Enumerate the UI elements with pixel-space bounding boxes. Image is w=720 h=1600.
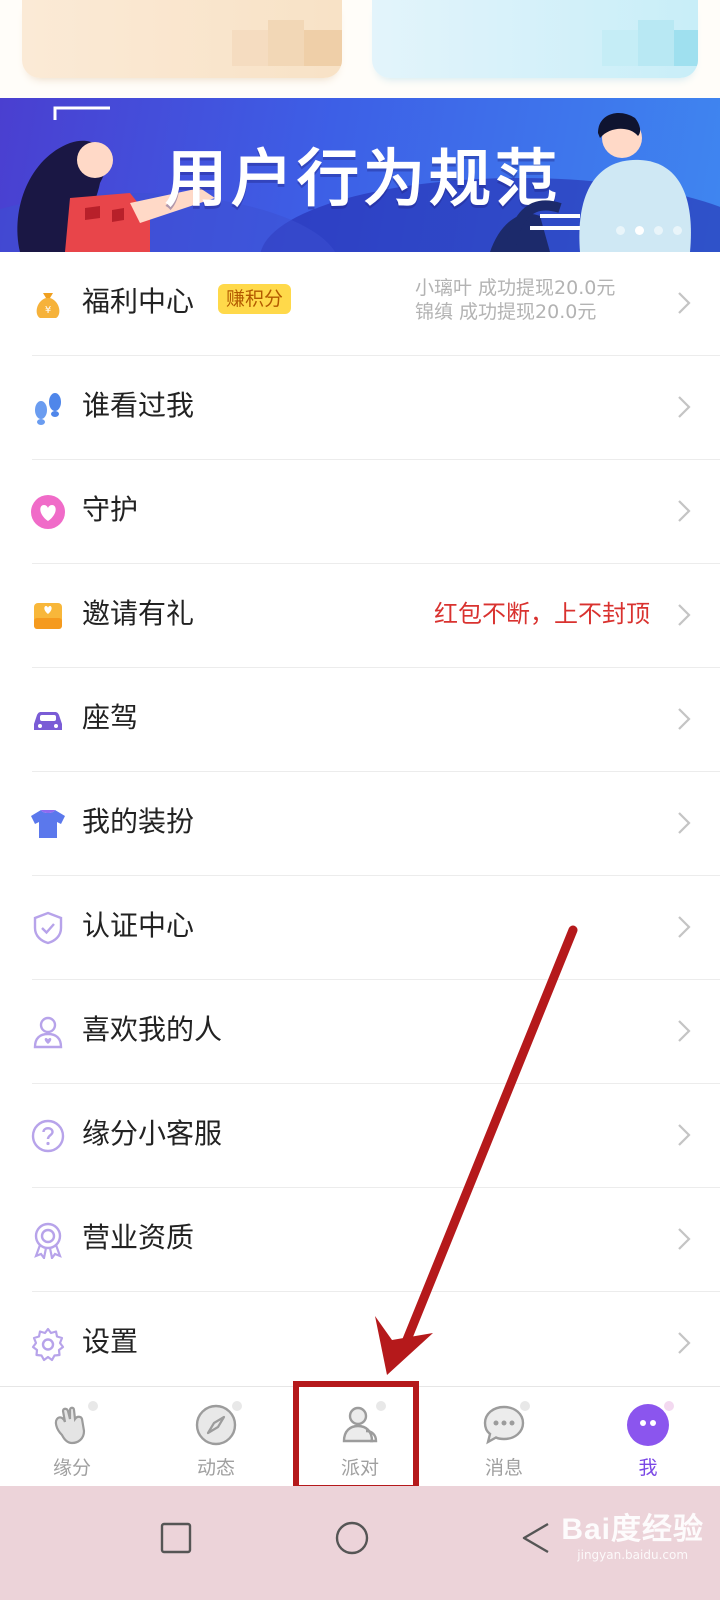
nav-label: 我 bbox=[638, 1457, 658, 1479]
certificate-badge-icon bbox=[29, 1221, 67, 1259]
menu-item-business-qualification[interactable]: 营业资质 bbox=[0, 1188, 720, 1292]
tshirt-icon bbox=[29, 805, 67, 843]
nav-tab-moments[interactable]: 动态 bbox=[144, 1387, 288, 1487]
nav-tab-me[interactable]: 我 bbox=[576, 1387, 720, 1487]
footprints-icon bbox=[29, 389, 67, 427]
nav-label: 动态 bbox=[196, 1457, 235, 1479]
chevron-right-icon bbox=[678, 396, 691, 418]
notification-dot bbox=[88, 1401, 98, 1411]
highlight-box bbox=[293, 1381, 419, 1491]
chevron-right-icon bbox=[678, 916, 691, 938]
ticker-line: 锦缜 成功提现20.0元 bbox=[415, 301, 597, 322]
notification-dot bbox=[232, 1401, 242, 1411]
nav-tab-messages[interactable]: 消息 bbox=[432, 1387, 576, 1487]
car-icon bbox=[29, 701, 67, 739]
heart-shield-icon bbox=[29, 493, 67, 531]
gear-icon bbox=[29, 1325, 67, 1363]
banner-dot bbox=[616, 226, 625, 235]
notification-dot bbox=[664, 1401, 674, 1411]
chevron-right-icon bbox=[678, 1124, 691, 1146]
menu-item-label: 邀请有礼 bbox=[82, 597, 195, 630]
watermark-brand: Bai度经验 bbox=[561, 1513, 704, 1546]
menu-item-welfare-center[interactable]: ¥ 福利中心 赚积分 小璃叶 成功提现20.0元 锦缜 成功提现20.0元 bbox=[0, 252, 720, 356]
menu-item-label: 认证中心 bbox=[82, 909, 195, 942]
promo-card-left[interactable] bbox=[22, 0, 342, 78]
top-cards-area bbox=[0, 0, 720, 98]
chevron-right-icon bbox=[678, 708, 691, 730]
chevron-right-icon bbox=[678, 604, 691, 626]
chevron-right-icon bbox=[678, 500, 691, 522]
menu-item-verification-center[interactable]: 认证中心 bbox=[0, 876, 720, 980]
help-question-icon bbox=[29, 1117, 67, 1155]
chevron-right-icon bbox=[678, 1228, 691, 1250]
system-nav-bar: Bai度经验 jingyan.baidu.com bbox=[0, 1486, 720, 1600]
menu-item-label: 福利中心 bbox=[82, 285, 195, 318]
promo-card-right[interactable] bbox=[372, 0, 698, 78]
nav-label: 缘分 bbox=[52, 1457, 91, 1479]
menu-item-people-who-like-me[interactable]: 喜欢我的人 bbox=[0, 980, 720, 1084]
profile-menu: ¥ 福利中心 赚积分 小璃叶 成功提现20.0元 锦缜 成功提现20.0元 谁看… bbox=[0, 252, 720, 1396]
gift-envelope-icon bbox=[29, 597, 67, 635]
banner-dot-active bbox=[635, 226, 644, 235]
menu-item-label: 设置 bbox=[82, 1325, 139, 1358]
withdraw-ticker: 小璃叶 成功提现20.0元 锦缜 成功提现20.0元 bbox=[415, 276, 650, 322]
chevron-right-icon bbox=[678, 1020, 691, 1042]
menu-item-my-outfit[interactable]: 我的装扮 bbox=[0, 772, 720, 876]
nav-tab-fate[interactable]: 缘分 bbox=[0, 1387, 144, 1487]
baidu-jingyan-watermark: Bai度经验 jingyan.baidu.com bbox=[561, 1504, 704, 1562]
home-circle-icon[interactable] bbox=[332, 1518, 372, 1558]
chevron-right-icon bbox=[678, 292, 691, 314]
banner-dot bbox=[673, 226, 682, 235]
nav-label: 消息 bbox=[484, 1457, 523, 1479]
watermark-url: jingyan.baidu.com bbox=[577, 1548, 689, 1562]
menu-item-vehicle[interactable]: 座驾 bbox=[0, 668, 720, 772]
menu-item-label: 喜欢我的人 bbox=[82, 1013, 223, 1046]
menu-item-who-viewed-me[interactable]: 谁看过我 bbox=[0, 356, 720, 460]
menu-item-label: 谁看过我 bbox=[82, 389, 195, 422]
notification-dot bbox=[520, 1401, 530, 1411]
back-triangle-icon[interactable] bbox=[516, 1518, 556, 1558]
invite-promo-text: 红包不断，上不封顶 bbox=[434, 600, 650, 628]
chevron-right-icon bbox=[678, 812, 691, 834]
recents-square-icon[interactable] bbox=[156, 1518, 196, 1558]
money-bag-icon: ¥ bbox=[29, 285, 67, 323]
menu-item-guardian[interactable]: 守护 bbox=[0, 460, 720, 564]
man-illustration bbox=[490, 113, 691, 252]
person-heart-icon bbox=[29, 1013, 67, 1051]
menu-item-invite-rewards[interactable]: 邀请有礼 红包不断，上不封顶 bbox=[0, 564, 720, 668]
menu-item-label: 守护 bbox=[82, 493, 139, 526]
earn-points-badge: 赚积分 bbox=[218, 284, 292, 314]
menu-item-label: 座驾 bbox=[82, 701, 139, 734]
chevron-right-icon bbox=[678, 1332, 691, 1354]
menu-item-customer-service[interactable]: 缘分小客服 bbox=[0, 1084, 720, 1188]
menu-item-label: 我的装扮 bbox=[82, 805, 195, 838]
menu-item-label: 缘分小客服 bbox=[82, 1117, 223, 1150]
menu-item-label: 营业资质 bbox=[82, 1221, 195, 1254]
verified-shield-icon bbox=[29, 909, 67, 947]
banner-pagination bbox=[616, 226, 682, 235]
rules-banner[interactable]: 用户行为规范 bbox=[0, 98, 720, 252]
svg-text:¥: ¥ bbox=[45, 305, 51, 316]
ticker-line: 小璃叶 成功提现20.0元 bbox=[415, 277, 616, 299]
banner-dot bbox=[654, 226, 663, 235]
